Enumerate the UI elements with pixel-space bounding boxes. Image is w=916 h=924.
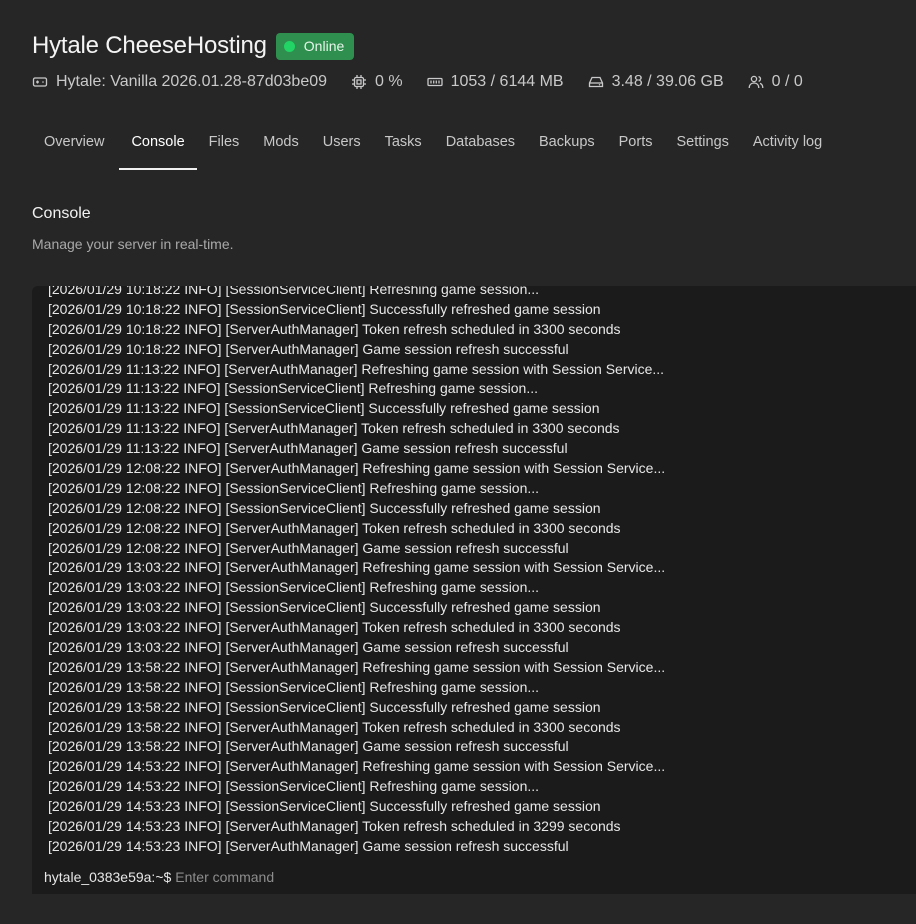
console-log-line: [2026/01/29 12:08:22 INFO] [ServerAuthMa… [48,519,621,536]
console-log-line: [2026/01/29 13:58:22 INFO] [ServerAuthMa… [48,738,569,755]
console-panel[interactable]: [2026/01/29 10:18:22 INFO] [SessionServi… [32,286,916,894]
server-title: Hytale CheeseHosting [32,32,267,59]
console-prompt: hytale_0383e59a:~$ [44,869,172,885]
server-console-page: Hytale CheeseHosting Online Hytale: Vani… [0,0,916,924]
tab-tasks[interactable]: Tasks [373,124,434,160]
console-log-line: [2026/01/29 13:03:22 INFO] [ServerAuthMa… [48,619,621,636]
users-icon [748,75,764,89]
console-log-line: [2026/01/29 11:13:22 INFO] [ServerAuthMa… [48,420,620,437]
tab-console[interactable]: Console [119,124,197,170]
tab-users[interactable]: Users [311,124,373,160]
console-log-line: [2026/01/29 13:03:22 INFO] [ServerAuthMa… [48,559,666,576]
console-log-lines: [2026/01/29 10:18:22 INFO] [SessionServi… [48,286,665,857]
stat-players: 0 / 0 [748,73,803,91]
console-log-line: [2026/01/29 11:13:22 INFO] [SessionServi… [48,400,600,417]
cpu-chip-icon [352,75,367,89]
stat-memory-value: 1053 / 6144 MB [450,73,564,90]
server-stats: Hytale: Vanilla 2026.01.28-87d03be09 0 % [32,72,827,92]
tab-files[interactable]: Files [197,124,252,160]
server-header: Hytale CheeseHosting Online [32,30,355,62]
status-label: Online [303,38,345,54]
stat-version-value: Hytale: Vanilla 2026.01.28-87d03be09 [56,73,328,90]
game-controller-icon [32,77,48,87]
console-log-line: [2026/01/29 13:58:22 INFO] [SessionServi… [48,698,601,715]
tab-mods[interactable]: Mods [251,124,310,160]
console-log-line: [2026/01/29 10:18:22 INFO] [SessionServi… [48,286,540,297]
console-log-line: [2026/01/29 13:58:22 INFO] [ServerAuthMa… [48,718,621,735]
console-log-line: [2026/01/29 12:08:22 INFO] [SessionServi… [48,479,540,496]
stat-version: Hytale: Vanilla 2026.01.28-87d03be09 [32,73,327,91]
console-log-line: [2026/01/29 12:08:22 INFO] [SessionServi… [48,499,601,516]
console-log-line: [2026/01/29 13:58:22 INFO] [SessionServi… [48,678,540,695]
hard-drive-icon [588,76,603,88]
console-log-line: [2026/01/29 14:53:23 INFO] [ServerAuthMa… [48,837,569,854]
stat-disk-value: 3.48 / 39.06 GB [611,73,724,90]
console-log-line: [2026/01/29 12:08:22 INFO] [ServerAuthMa… [48,539,569,556]
status-badge: Online [275,32,355,60]
console-log-line: [2026/01/29 13:03:22 INFO] [SessionServi… [48,599,601,616]
tab-ports[interactable]: Ports [607,124,665,160]
console-log-line: [2026/01/29 10:18:22 INFO] [SessionServi… [48,300,601,317]
tab-settings[interactable]: Settings [664,124,740,160]
console-log-line: [2026/01/29 11:13:22 INFO] [ServerAuthMa… [48,440,568,457]
console-log-line: [2026/01/29 13:58:22 INFO] [ServerAuthMa… [48,658,666,675]
console-output[interactable]: [2026/01/29 10:18:22 INFO] [SessionServi… [48,286,916,860]
section-title: Console [32,205,91,222]
console-log-line: [2026/01/29 14:53:22 INFO] [ServerAuthMa… [48,758,666,775]
console-log-line: [2026/01/29 11:13:22 INFO] [SessionServi… [48,380,539,397]
section-subtitle: Manage your server in real-time. [32,236,234,252]
command-row: hytale_0383e59a:~$ [44,867,776,887]
tab-overview[interactable]: Overview [32,124,116,160]
server-tabs: Overview Console Files Mods Users Tasks … [32,124,834,170]
console-log-line: [2026/01/29 12:08:22 INFO] [ServerAuthMa… [48,460,666,477]
console-log-line: [2026/01/29 14:53:23 INFO] [ServerAuthMa… [48,818,621,835]
stat-disk: 3.48 / 39.06 GB [588,73,724,91]
stat-cpu: 0 % [351,73,403,91]
console-log-line: [2026/01/29 10:18:22 INFO] [ServerAuthMa… [48,340,569,357]
console-log-line: [2026/01/29 14:53:23 INFO] [SessionServi… [48,798,601,815]
console-log-line: [2026/01/29 14:53:22 INFO] [SessionServi… [48,778,540,795]
console-log-line: [2026/01/29 13:03:22 INFO] [SessionServi… [48,579,540,596]
console-log-line: [2026/01/29 11:13:22 INFO] [ServerAuthMa… [48,360,665,377]
command-input[interactable] [175,869,776,885]
tab-activity-log[interactable]: Activity log [741,124,834,160]
console-log-line: [2026/01/29 13:03:22 INFO] [ServerAuthMa… [48,639,569,656]
stat-memory: 1053 / 6144 MB [426,73,564,91]
stat-cpu-value: 0 % [375,73,403,90]
stat-players-value: 0 / 0 [771,73,803,90]
tab-databases[interactable]: Databases [434,124,527,160]
status-dot-icon [283,40,295,52]
tab-backups[interactable]: Backups [527,124,607,160]
memory-icon [426,77,443,87]
console-log-line: [2026/01/29 10:18:22 INFO] [ServerAuthMa… [48,320,621,337]
